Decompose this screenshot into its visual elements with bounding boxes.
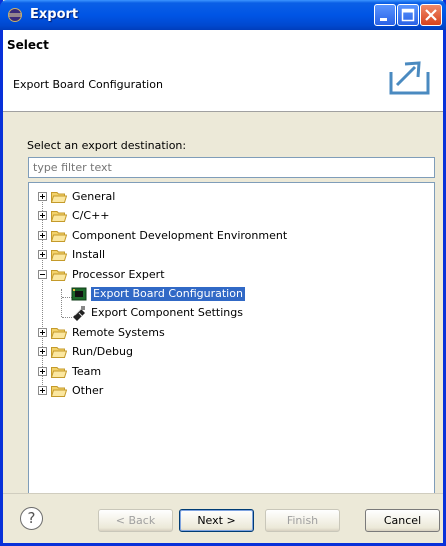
folder-icon	[51, 385, 67, 397]
folder-icon	[51, 327, 67, 339]
tree-item-label: Remote Systems	[72, 325, 165, 339]
folder-icon	[51, 191, 67, 203]
wizard-header: Select Export Board Configuration	[3, 30, 443, 112]
expand-icon[interactable]	[38, 367, 47, 376]
tree-item-label: Export Board Configuration	[91, 286, 245, 301]
export-dialog: Export Select Export Board Configuration…	[0, 0, 446, 546]
tree-item-install[interactable]: Install	[38, 245, 105, 264]
main-content: Select an export destination: General C/…	[3, 112, 443, 514]
expand-icon[interactable]	[38, 231, 47, 240]
destination-prompt: Select an export destination:	[27, 139, 187, 152]
help-button[interactable]: ?	[20, 507, 43, 530]
tree-item-label: Run/Debug	[72, 344, 133, 358]
destination-tree[interactable]: General C/C++ Component Development Envi…	[28, 182, 435, 514]
tree-item-label: Install	[72, 247, 106, 261]
folder-icon	[51, 210, 67, 222]
eclipse-icon	[8, 8, 22, 22]
expand-icon[interactable]	[38, 250, 47, 259]
tree-item-team[interactable]: Team	[38, 362, 101, 381]
expand-icon[interactable]	[38, 328, 47, 337]
expand-icon[interactable]	[38, 386, 47, 395]
cancel-button[interactable]: Cancel	[365, 509, 440, 532]
tree-item-label: Export Component Settings	[91, 305, 243, 319]
tree-item-processor-expert[interactable]: Processor Expert	[38, 265, 165, 284]
minimize-icon	[380, 18, 387, 21]
folder-icon	[51, 249, 67, 261]
expand-icon[interactable]	[38, 347, 47, 356]
close-button[interactable]	[420, 4, 442, 26]
tree-guide-line	[61, 289, 62, 317]
tree-item-general[interactable]: General	[38, 187, 115, 206]
tree-item-label: Component Development Environment	[72, 228, 288, 242]
maximize-icon	[401, 8, 415, 22]
folder-icon	[51, 230, 67, 242]
page-title: Select	[7, 38, 49, 52]
tree-item-component-dev-env[interactable]: Component Development Environment	[38, 226, 287, 245]
tree-item-label: Processor Expert	[72, 267, 165, 281]
expand-icon[interactable]	[38, 192, 47, 201]
export-wizard-icon	[389, 61, 430, 95]
window-title: Export	[30, 7, 79, 22]
tree-item-label: Team	[72, 364, 102, 378]
folder-icon	[51, 366, 67, 378]
folder-icon	[51, 346, 67, 358]
board-chip-icon	[71, 287, 87, 300]
tree-item-cpp[interactable]: C/C++	[38, 206, 110, 225]
tree-item-export-component-settings[interactable]: Export Component Settings	[71, 303, 243, 322]
close-icon	[425, 9, 437, 21]
next-button[interactable]: Next >	[179, 509, 254, 532]
tree-item-remote-systems[interactable]: Remote Systems	[38, 323, 165, 342]
tree-item-label: C/C++	[72, 208, 110, 222]
expand-icon[interactable]	[38, 211, 47, 220]
tree-item-export-board-config[interactable]: Export Board Configuration	[71, 284, 245, 303]
back-button[interactable]: < Back	[98, 509, 173, 532]
tree-item-run-debug[interactable]: Run/Debug	[38, 342, 133, 361]
title-bar[interactable]: Export	[0, 0, 446, 30]
filter-input[interactable]	[28, 157, 435, 178]
finish-button[interactable]: Finish	[265, 509, 340, 532]
button-bar: ? < Back Next > Finish Cancel	[3, 493, 443, 543]
maximize-button[interactable]	[397, 4, 419, 26]
page-description: Export Board Configuration	[13, 78, 163, 91]
open-folder-icon	[51, 269, 67, 281]
component-settings-icon	[73, 305, 85, 321]
tree-item-other[interactable]: Other	[38, 381, 103, 400]
collapse-icon[interactable]	[38, 270, 47, 279]
minimize-button[interactable]	[374, 4, 396, 26]
tree-item-label: General	[72, 189, 116, 203]
tree-item-label: Other	[72, 383, 104, 397]
